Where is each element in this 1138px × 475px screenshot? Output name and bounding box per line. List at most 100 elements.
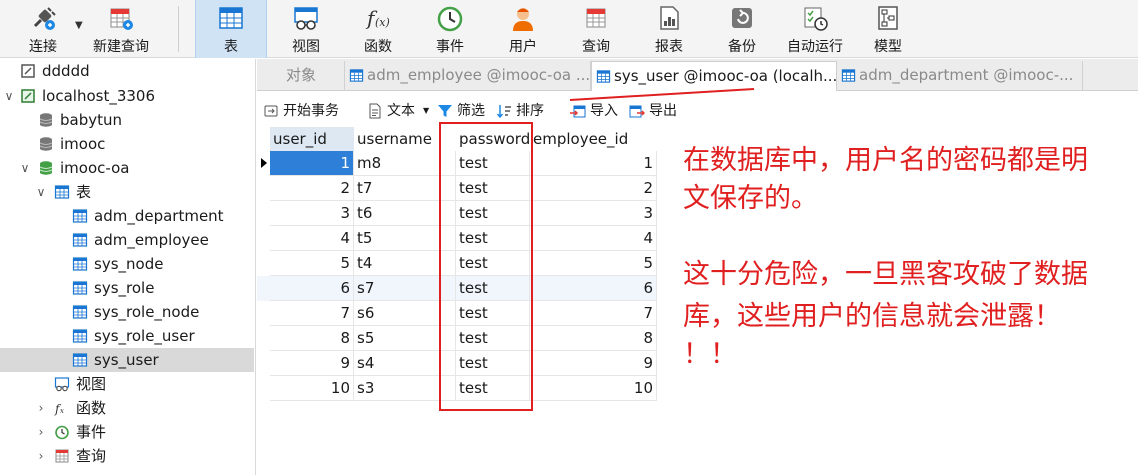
cell-employee-id[interactable]: 1 xyxy=(530,151,657,176)
cell-user-id[interactable]: 2 xyxy=(270,176,354,201)
views-button[interactable]: 视图 xyxy=(278,0,334,58)
tab-adm-department[interactable]: adm_department @imooc-... xyxy=(837,61,1083,91)
cell-employee-id[interactable]: 4 xyxy=(530,226,657,251)
tree-item-views[interactable]: 视图 xyxy=(0,372,254,396)
tree-item-sys-role-node[interactable]: sys_role_node xyxy=(0,300,254,324)
backup-label: 备份 xyxy=(728,39,756,55)
cell-user-id[interactable]: 5 xyxy=(270,251,354,276)
annotation-line-1: 在数据库中，用户名的密码都是明 xyxy=(683,145,1088,176)
cell-user-id[interactable]: 1 xyxy=(270,151,354,176)
cell-employee-id[interactable]: 7 xyxy=(530,301,657,326)
user-icon xyxy=(513,8,533,31)
model-icon xyxy=(878,6,898,30)
connect-dropdown-arrow-icon[interactable]: ▼ xyxy=(75,20,83,31)
reports-label: 报表 xyxy=(655,39,683,55)
tree-item-label: sys_role_node xyxy=(94,303,200,321)
begin-transaction-label: 开始事务 xyxy=(283,103,339,119)
cell-user-id[interactable]: 4 xyxy=(270,226,354,251)
cell-user-id[interactable]: 10 xyxy=(270,376,354,401)
sort-icon xyxy=(496,105,511,119)
tab-adm-employee[interactable]: adm_employee @imooc-oa ... xyxy=(345,61,591,91)
users-button[interactable]: 用户 xyxy=(495,0,551,58)
tree-item-adm-employee[interactable]: adm_employee xyxy=(0,228,254,252)
expanded-chevron-icon[interactable]: ∨ xyxy=(34,180,48,204)
tree-item-sys-node[interactable]: sys_node xyxy=(0,252,254,276)
expanded-chevron-icon[interactable]: ∨ xyxy=(2,84,16,108)
table-icon xyxy=(72,353,88,367)
tree-item-label: 事件 xyxy=(76,423,107,441)
cell-employee-id[interactable]: 9 xyxy=(530,351,657,376)
tree-item-tables-folder[interactable]: ∨ 表 xyxy=(0,180,254,204)
tree-item-imooc-oa[interactable]: ∨ imooc-oa xyxy=(0,156,254,180)
tree-item-sys-role-user[interactable]: sys_role_user xyxy=(0,324,254,348)
cell-employee-id[interactable]: 8 xyxy=(530,326,657,351)
tree-item-label: imooc-oa xyxy=(60,159,130,177)
connection-icon xyxy=(21,64,35,78)
filter-icon xyxy=(438,105,452,117)
collapsed-chevron-icon[interactable]: › xyxy=(34,420,48,444)
event-clock-icon xyxy=(55,425,69,440)
annotation-line-2: 文保存的。 xyxy=(683,183,818,214)
tree-item-localhost-3306[interactable]: ∨ localhost_3306 xyxy=(0,84,254,108)
tree-item-imooc[interactable]: imooc xyxy=(0,132,254,156)
query-icon xyxy=(586,8,606,28)
annotation-line-5: ！！ xyxy=(683,339,737,370)
sort-button[interactable]: 排序 xyxy=(496,101,550,121)
tables-button[interactable]: 表 xyxy=(195,0,267,58)
functions-button[interactable]: f (x) 函数 xyxy=(350,0,406,58)
table-icon xyxy=(72,233,88,247)
cell-user-id[interactable]: 6 xyxy=(270,276,354,301)
collapsed-chevron-icon[interactable]: › xyxy=(34,396,48,420)
tree-item-queries[interactable]: › 查询 xyxy=(0,444,254,468)
tree-item-label: localhost_3306 xyxy=(42,87,156,105)
dropdown-arrow-icon[interactable]: ▼ xyxy=(423,101,429,121)
tree-item-label: sys_user xyxy=(94,351,159,369)
backup-button[interactable]: 备份 xyxy=(714,0,770,58)
connect-button[interactable]: 连接 xyxy=(14,0,72,58)
filter-label: 筛选 xyxy=(457,103,485,119)
password-column-highlight xyxy=(439,122,533,411)
begin-transaction-button[interactable]: 开始事务 xyxy=(263,101,355,121)
expanded-chevron-icon[interactable]: ∨ xyxy=(18,156,32,180)
tree-item-sys-role[interactable]: sys_role xyxy=(0,276,254,300)
tree-item-events[interactable]: › 事件 xyxy=(0,420,254,444)
models-button[interactable]: 模型 xyxy=(860,0,916,58)
cell-user-id[interactable]: 3 xyxy=(270,201,354,226)
collapsed-chevron-icon[interactable]: › xyxy=(34,444,48,468)
cell-user-id[interactable]: 8 xyxy=(270,326,354,351)
tree-item-ddddd[interactable]: ddddd xyxy=(0,59,254,83)
column-header-employee-id[interactable]: employee_id xyxy=(530,127,657,151)
tree-item-label: sys_role_user xyxy=(94,327,195,345)
tree-item-babytun[interactable]: babytun xyxy=(0,108,254,132)
new-query-button[interactable]: 新建查询 xyxy=(88,0,154,58)
new-query-label: 新建查询 xyxy=(93,39,149,55)
cell-employee-id[interactable]: 3 xyxy=(530,201,657,226)
cell-employee-id[interactable]: 5 xyxy=(530,251,657,276)
users-label: 用户 xyxy=(509,39,537,55)
cell-user-id[interactable]: 9 xyxy=(270,351,354,376)
cell-employee-id[interactable]: 2 xyxy=(530,176,657,201)
queries-button[interactable]: 查询 xyxy=(568,0,624,58)
tree-item-sys-user[interactable]: sys_user xyxy=(0,348,254,372)
tree-item-label: adm_employee xyxy=(94,231,209,249)
tab-objects[interactable]: 对象 xyxy=(257,61,345,91)
cell-user-id[interactable]: 7 xyxy=(270,301,354,326)
current-row-marker-icon xyxy=(261,158,267,168)
reports-button[interactable]: 报表 xyxy=(641,0,697,58)
tree-item-functions[interactable]: › f x 函数 xyxy=(0,396,254,420)
text-view-button[interactable]: 文本 ▼ xyxy=(367,101,429,121)
cell-employee-id[interactable]: 6 xyxy=(530,276,657,301)
tree-item-adm-department[interactable]: adm_department xyxy=(0,204,254,228)
filter-button[interactable]: 筛选 xyxy=(437,101,491,121)
automation-label: 自动运行 xyxy=(787,39,843,55)
navigation-tree: ddddd ∨ localhost_3306 babytun imooc ∨ i… xyxy=(0,59,256,475)
backup-icon xyxy=(732,8,752,28)
svg-text:x: x xyxy=(60,407,64,415)
tree-item-label: sys_role xyxy=(94,279,155,297)
transaction-icon xyxy=(264,105,278,117)
column-header-user-id[interactable]: user_id xyxy=(270,127,354,151)
automation-button[interactable]: 自动运行 xyxy=(782,0,848,58)
tree-item-label: babytun xyxy=(60,111,123,129)
cell-employee-id[interactable]: 10 xyxy=(530,376,657,401)
events-button[interactable]: 事件 xyxy=(422,0,478,58)
